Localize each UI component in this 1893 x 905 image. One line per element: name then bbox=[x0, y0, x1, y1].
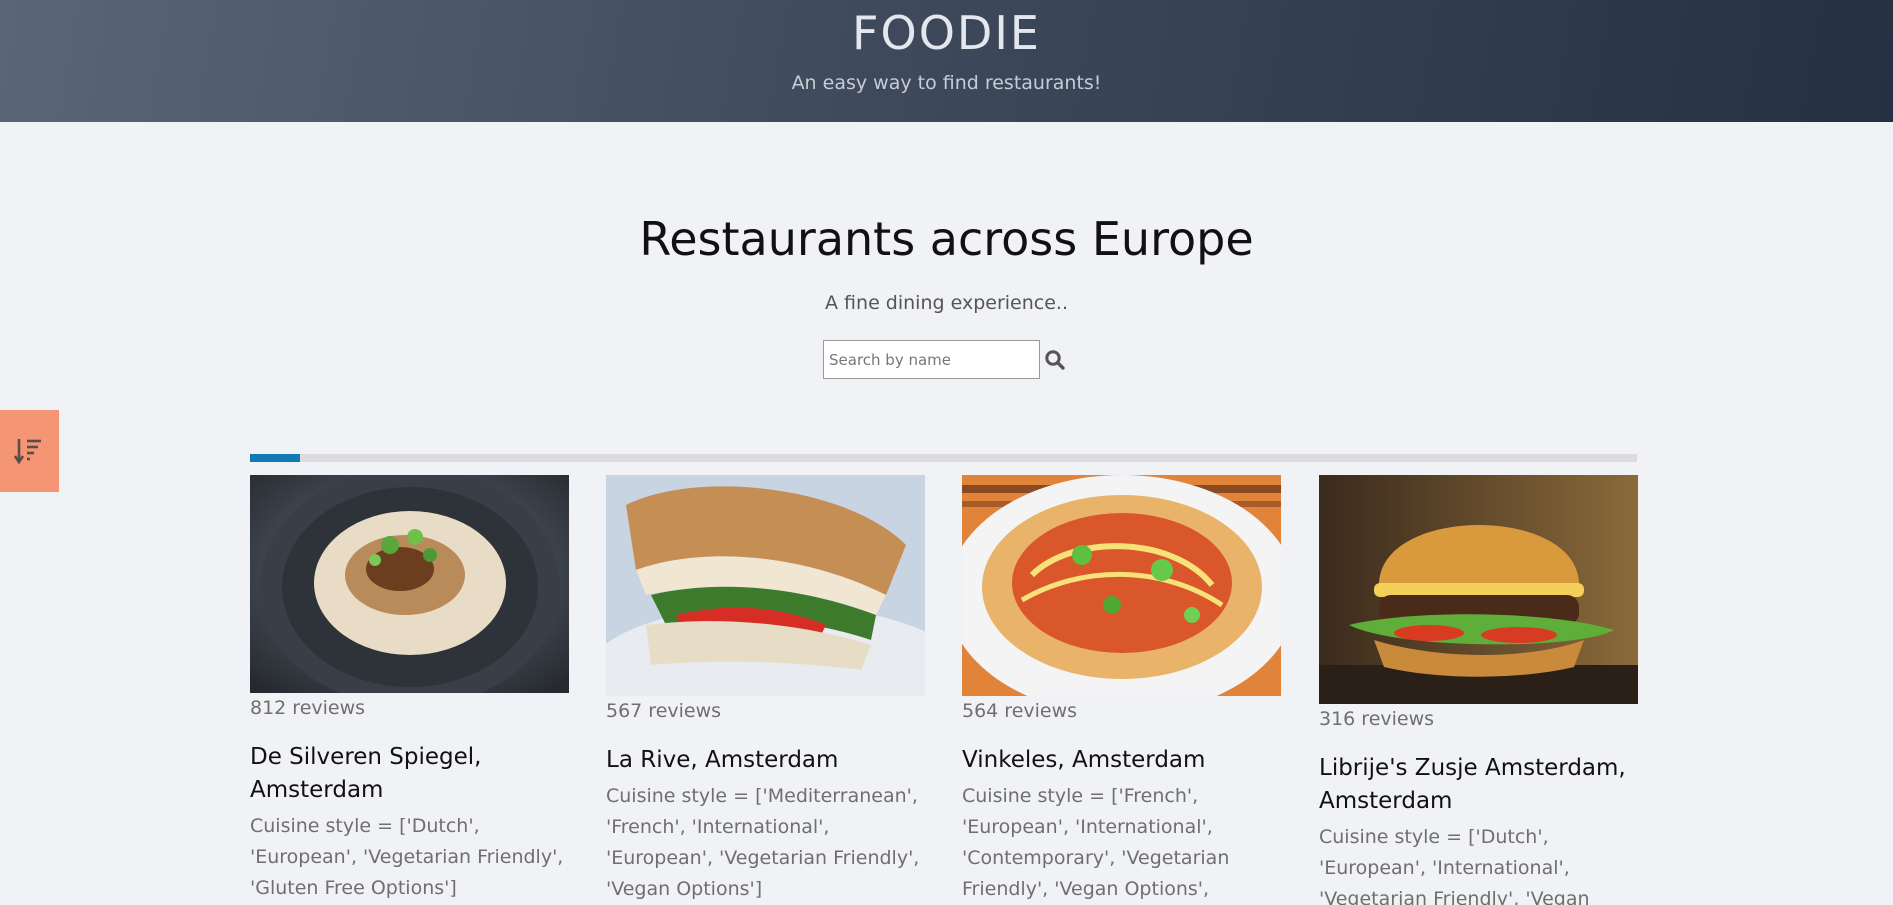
cuisine-style: Cuisine style = ['French', 'European', '… bbox=[962, 785, 1230, 900]
search-icon[interactable] bbox=[1043, 348, 1067, 372]
restaurant-name[interactable]: Librije's Zusje Amsterdam, Amsterdam bbox=[1319, 752, 1638, 818]
restaurant-card[interactable]: 564 reviews Vinkeles, Amsterdam Cuisine … bbox=[962, 475, 1281, 905]
rice-dish-photo[interactable] bbox=[250, 475, 569, 693]
site-header: FOODIE An easy way to find restaurants! bbox=[0, 0, 1893, 122]
burger-photo[interactable] bbox=[1319, 475, 1638, 704]
review-count: 564 reviews bbox=[962, 700, 1078, 722]
noodle-bowl-photo[interactable] bbox=[962, 475, 1281, 696]
page-title: Restaurants across Europe bbox=[639, 212, 1254, 266]
site-title: FOODIE bbox=[852, 6, 1041, 60]
sandwich-photo[interactable] bbox=[606, 475, 925, 696]
restaurant-card[interactable]: 316 reviews Librije's Zusje Amsterdam, A… bbox=[1319, 475, 1638, 905]
review-count: 567 reviews bbox=[606, 700, 722, 722]
sort-descending-icon bbox=[14, 439, 41, 465]
page-subtitle: A fine dining experience.. bbox=[825, 292, 1068, 314]
sort-button[interactable] bbox=[0, 410, 59, 492]
review-count: 812 reviews bbox=[250, 697, 366, 719]
cuisine-style: Cuisine style = ['Mediterranean', 'Frenc… bbox=[606, 785, 920, 900]
cuisine-style: Cuisine style = ['Dutch', 'European', 'V… bbox=[250, 815, 564, 899]
review-count: 316 reviews bbox=[1319, 708, 1435, 730]
restaurant-name[interactable]: La Rive, Amsterdam bbox=[606, 744, 925, 777]
restaurant-name[interactable]: De Silveren Spiegel, Amsterdam bbox=[250, 741, 569, 807]
cuisine-style: Cuisine style = ['Dutch', 'European', 'I… bbox=[1319, 826, 1590, 905]
carousel-progress bbox=[250, 454, 1637, 462]
search-input[interactable] bbox=[823, 340, 1040, 379]
restaurant-card[interactable]: 812 reviews De Silveren Spiegel, Amsterd… bbox=[250, 475, 569, 904]
restaurant-card[interactable]: 567 reviews La Rive, Amsterdam Cuisine s… bbox=[606, 475, 925, 905]
restaurant-name[interactable]: Vinkeles, Amsterdam bbox=[962, 744, 1281, 777]
carousel-progress-fill bbox=[250, 454, 300, 462]
site-tagline: An easy way to find restaurants! bbox=[791, 72, 1102, 94]
